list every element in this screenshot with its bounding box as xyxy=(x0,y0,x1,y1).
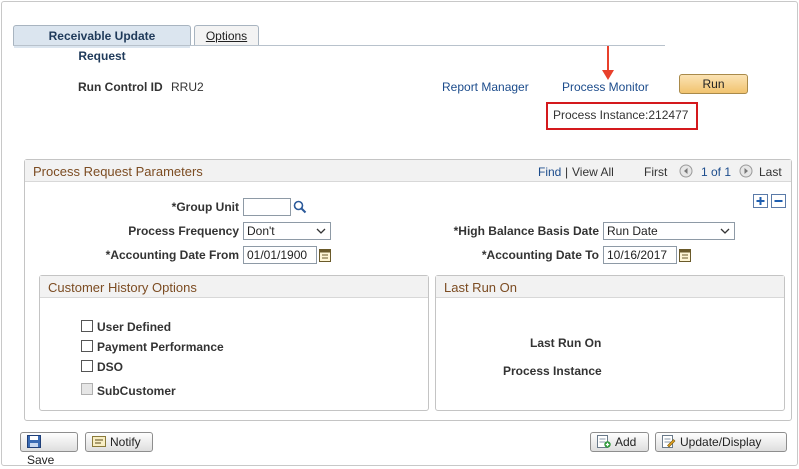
subcustomer-label: SubCustomer xyxy=(97,384,176,398)
group-unit-label: *Group Unit xyxy=(171,200,239,214)
run-button[interactable]: Run xyxy=(679,74,748,94)
panel-header: Process Request Parameters Find | View A… xyxy=(25,160,791,182)
payment-performance-checkbox[interactable] xyxy=(81,340,93,352)
update-display-icon xyxy=(662,435,676,448)
process-frequency-label: Process Frequency xyxy=(128,224,239,238)
process-monitor-link[interactable]: Process Monitor xyxy=(562,80,649,94)
update-display-label: Update/Display xyxy=(680,435,762,449)
payment-performance-label: Payment Performance xyxy=(97,340,224,354)
accounting-date-from-label: *Accounting Date From xyxy=(105,248,239,262)
chevron-down-icon xyxy=(316,228,326,234)
first-label: First xyxy=(644,165,668,179)
add-icon xyxy=(597,435,611,448)
accounting-date-to-label: *Accounting Date To xyxy=(481,248,599,262)
run-control-label: Run Control ID xyxy=(78,80,163,94)
last-run-header: Last Run On xyxy=(436,276,784,298)
save-label: Save xyxy=(27,453,55,467)
save-button[interactable]: Save xyxy=(20,432,78,467)
notify-label: Notify xyxy=(110,435,141,449)
next-icon[interactable] xyxy=(739,164,753,178)
save-icon xyxy=(27,435,41,448)
process-frequency-value: Don't xyxy=(247,224,275,238)
dso-checkbox[interactable] xyxy=(81,360,93,372)
add-row-button[interactable] xyxy=(753,194,768,208)
user-defined-checkbox[interactable] xyxy=(81,320,93,332)
nav-separator: | xyxy=(565,165,569,179)
chevron-down-icon xyxy=(720,228,730,234)
last-run-title: Last Run On xyxy=(444,280,517,295)
calendar-icon[interactable] xyxy=(679,248,691,262)
plus-icon xyxy=(756,197,765,205)
high-balance-label: *High Balance Basis Date xyxy=(453,224,599,238)
panel-title: Process Request Parameters xyxy=(33,164,203,179)
add-label: Add xyxy=(615,435,637,449)
delete-row-button[interactable] xyxy=(771,194,786,208)
tab-receivable-update-request[interactable]: Receivable Update Request xyxy=(13,25,191,63)
add-button[interactable]: Add xyxy=(590,432,649,452)
tab-divider xyxy=(13,45,665,46)
minus-icon xyxy=(774,200,783,202)
find-link[interactable]: Find xyxy=(538,165,561,179)
report-manager-link[interactable]: Report Manager xyxy=(442,80,529,94)
calendar-icon[interactable] xyxy=(319,248,331,262)
notify-button[interactable]: Notify xyxy=(85,432,153,452)
update-display-button[interactable]: Update/Display xyxy=(655,432,787,452)
page-range: 1 of 1 xyxy=(701,165,732,179)
last-run-on-label: Last Run On xyxy=(530,336,602,350)
last-label: Last xyxy=(759,165,782,179)
last-run-process-instance-label: Process Instance xyxy=(503,364,602,378)
accounting-date-to-input[interactable] xyxy=(603,246,677,264)
process-frequency-select[interactable]: Don't xyxy=(243,222,331,240)
accounting-date-from-input[interactable] xyxy=(243,246,317,264)
high-balance-select[interactable]: Run Date xyxy=(603,222,735,240)
lookup-icon[interactable] xyxy=(293,200,307,214)
dso-label: DSO xyxy=(97,360,124,374)
run-control-value: RRU2 xyxy=(171,80,204,94)
previous-icon[interactable] xyxy=(679,164,693,178)
process-instance-text: Process Instance:212477 xyxy=(553,108,689,122)
subcustomer-checkbox xyxy=(81,383,93,395)
annotation-arrow-head xyxy=(602,70,614,80)
customer-history-title: Customer History Options xyxy=(48,280,197,295)
page-frame: Receivable Update Request Options Run Co… xyxy=(1,1,798,467)
notify-icon xyxy=(92,436,106,447)
view-all-link[interactable]: View All xyxy=(572,165,614,179)
last-run-on-panel: Last Run On Last Run On Process Instance xyxy=(435,275,785,411)
group-unit-input[interactable] xyxy=(243,198,291,216)
process-request-parameters-panel: Process Request Parameters Find | View A… xyxy=(24,159,792,421)
user-defined-label: User Defined xyxy=(97,320,172,334)
tab-options[interactable]: Options xyxy=(194,25,259,46)
customer-history-header: Customer History Options xyxy=(40,276,428,298)
high-balance-value: Run Date xyxy=(607,224,658,238)
customer-history-options-panel: Customer History Options User Defined Pa… xyxy=(39,275,429,411)
